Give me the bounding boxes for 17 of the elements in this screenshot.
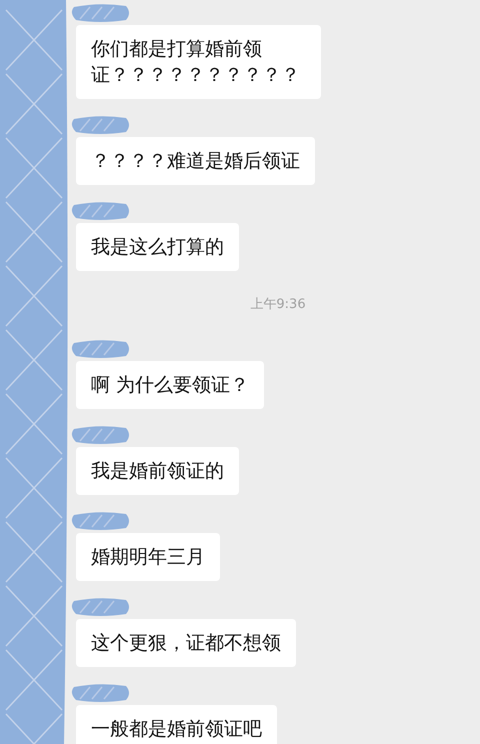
redaction-scribble (70, 201, 132, 221)
timestamp: 上午9:36 (250, 296, 306, 314)
message-bubble: 我是婚前领证的 (76, 446, 239, 494)
redaction-scribble (70, 682, 132, 702)
message-bubble: 啊 为什么要领证？ (76, 360, 264, 408)
redaction-scribble (70, 338, 132, 358)
redaction-scribble (70, 424, 132, 444)
message-bubble: 一般都是婚前领证吧 (76, 704, 277, 744)
redaction-scribble (70, 115, 132, 135)
redaction-scribble (70, 3, 132, 23)
message-bubble: 婚期明年三月 (76, 532, 220, 580)
message-bubble: 我是这么打算的 (76, 223, 239, 271)
message-bubble: 你们都是打算婚前领证？？？？？？？？？？ (76, 25, 321, 99)
message-bubble: ？？？？难道是婚后领证 (76, 137, 315, 185)
redaction-scribble (70, 510, 132, 530)
message-bubble: 这个更狠，证都不想领 (76, 618, 296, 666)
redaction-scribble (70, 596, 132, 616)
